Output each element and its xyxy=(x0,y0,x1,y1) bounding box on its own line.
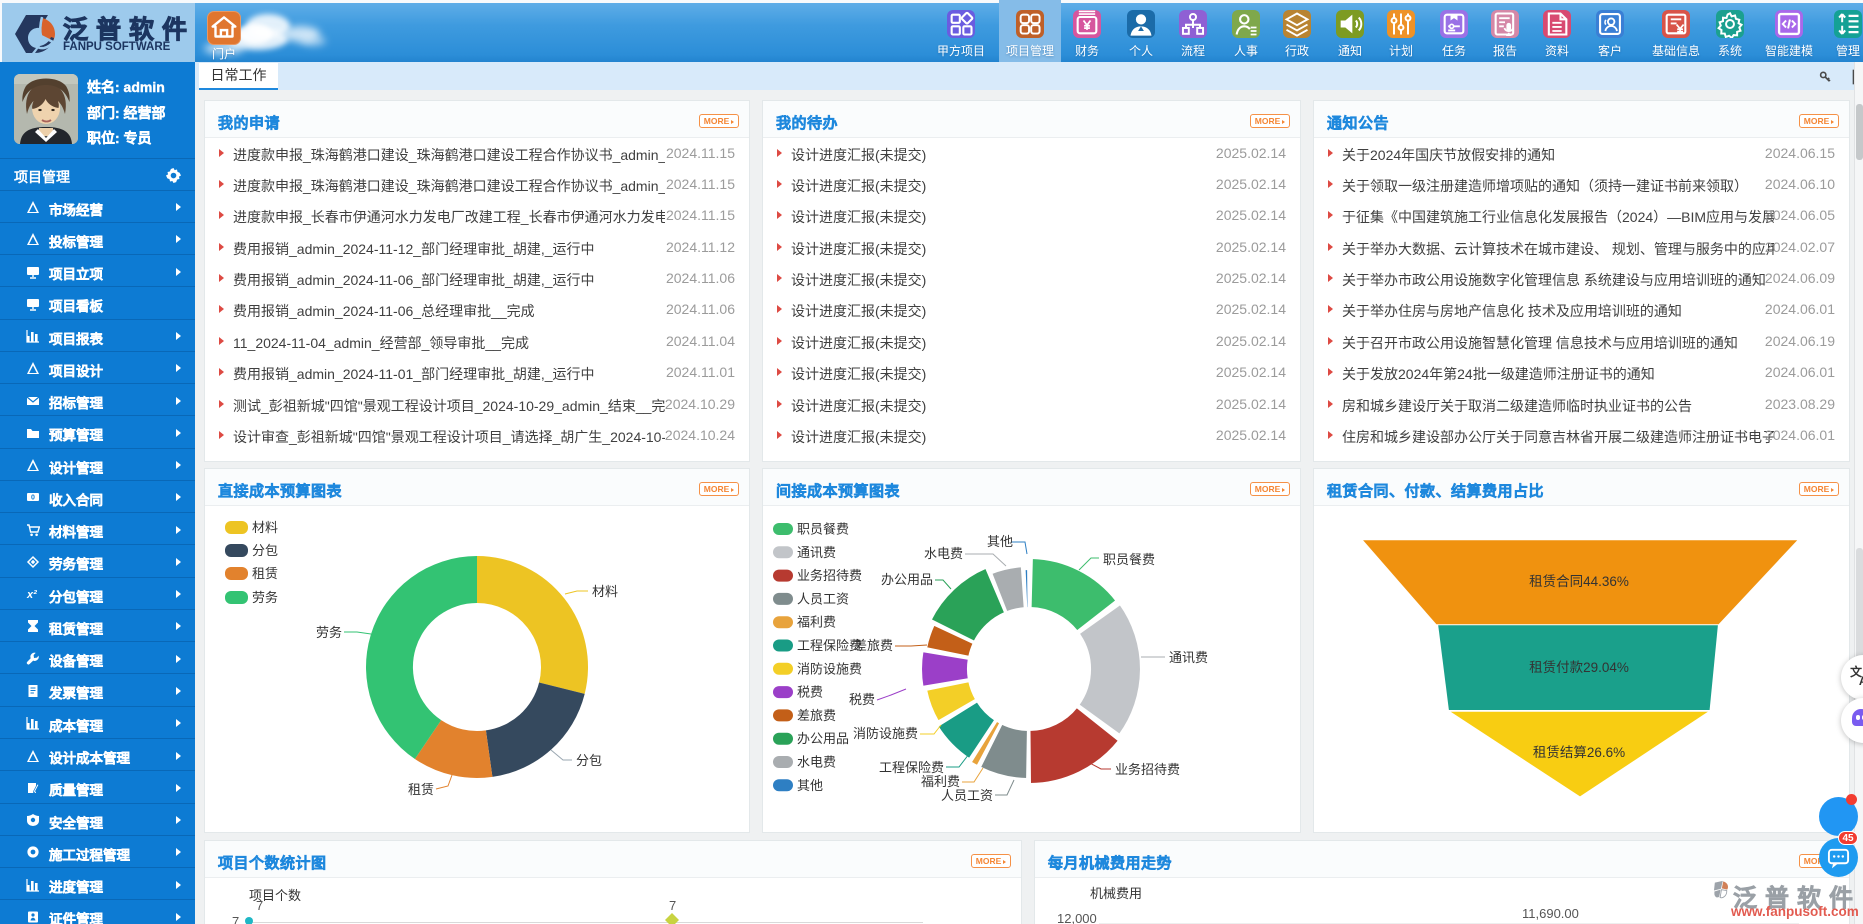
svg-text:消防设施费: 消防设施费 xyxy=(853,726,918,741)
svg-text:福利费: 福利费 xyxy=(921,774,960,789)
svg-text:税费: 税费 xyxy=(797,685,823,700)
svg-text:通讯费: 通讯费 xyxy=(1169,650,1208,665)
svg-text:材料: 材料 xyxy=(252,520,278,535)
svg-text:工程保险费: 工程保险费 xyxy=(879,760,944,775)
svg-text:租赁: 租赁 xyxy=(408,782,434,797)
svg-text:A: A xyxy=(1859,674,1863,688)
svg-text:工程保险费: 工程保险费 xyxy=(797,638,862,653)
svg-text:其他: 其他 xyxy=(987,534,1013,549)
svg-text:人员工资: 人员工资 xyxy=(941,788,993,803)
svg-text:分包: 分包 xyxy=(576,753,602,768)
svg-text:通讯费: 通讯费 xyxy=(797,545,836,560)
svg-text:分包: 分包 xyxy=(252,543,278,558)
svg-text:租赁合同44.36%: 租赁合同44.36% xyxy=(1529,574,1629,589)
svg-text:其他: 其他 xyxy=(797,778,823,793)
svg-text:劳务: 劳务 xyxy=(252,590,278,605)
svg-text:材料: 材料 xyxy=(592,584,618,599)
svg-text:水电费: 水电费 xyxy=(797,755,836,770)
svg-text:税费: 税费 xyxy=(849,692,875,707)
svg-text:水电费: 水电费 xyxy=(924,546,963,561)
svg-text:租赁: 租赁 xyxy=(252,566,278,581)
svg-text:租赁付款29.04%: 租赁付款29.04% xyxy=(1529,660,1629,675)
svg-text:办公用品: 办公用品 xyxy=(881,572,933,587)
svg-text:业务招待费: 业务招待费 xyxy=(797,568,862,583)
svg-text:业务招待费: 业务招待费 xyxy=(1115,762,1180,777)
svg-text:劳务: 劳务 xyxy=(316,625,342,640)
svg-text:福利费: 福利费 xyxy=(797,615,836,630)
svg-text:消防设施费: 消防设施费 xyxy=(797,661,862,676)
svg-text:差旅费: 差旅费 xyxy=(797,708,836,723)
svg-text:0: 0 xyxy=(31,495,35,502)
svg-text:职员餐费: 职员餐费 xyxy=(797,522,849,537)
svg-text:人员工资: 人员工资 xyxy=(797,591,849,606)
svg-text:办公用品: 办公用品 xyxy=(797,731,849,746)
svg-text:x²: x² xyxy=(26,589,37,601)
svg-text:职员餐费: 职员餐费 xyxy=(1103,552,1155,567)
svg-text:差旅费: 差旅费 xyxy=(854,638,893,653)
svg-text:租赁结算26.6%: 租赁结算26.6% xyxy=(1533,745,1625,760)
